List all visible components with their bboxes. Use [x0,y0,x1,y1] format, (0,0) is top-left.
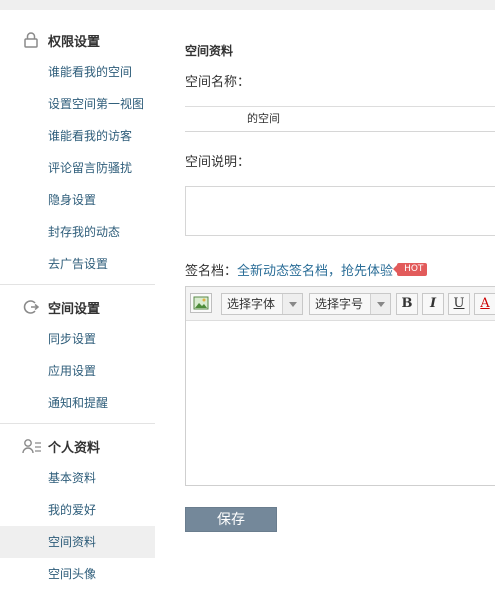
section-title: 个人资料 [48,440,101,456]
profile-icon [22,438,41,454]
sidebar: 权限设置 谁能看我的空间 设置空间第一视图 谁能看我的访客 评论留言防骚扰 隐身… [0,10,155,611]
signature-separator: ， [328,264,342,279]
font-color-button[interactable]: A [474,293,495,315]
font-family-select[interactable]: 选择字体 [221,293,303,315]
hot-badge: HOT [393,263,428,276]
signature-try-link[interactable]: 抢先体验 [341,260,393,279]
italic-button[interactable]: I [422,293,444,315]
space-desc-input[interactable] [185,186,495,236]
section-divider [0,284,155,285]
sidebar-item-space-avatar[interactable]: 空间头像 [0,558,155,590]
sidebar-item-who-can-view[interactable]: 谁能看我的空间 [0,56,155,88]
insert-image-button[interactable] [190,293,212,313]
signature-row: 签名档： 全新动态签名档 ， 抢先体验 HOT [185,260,428,279]
bold-button[interactable]: B [396,293,418,315]
save-button[interactable]: 保存 [185,507,277,532]
section-space-settings: 空间设置 [0,291,155,323]
signature-editor[interactable]: 选择字体 选择字号 B I U A [185,286,495,486]
space-name-value: 的空间 [247,112,280,125]
chevron-down-icon [370,294,390,314]
section-title: 权限设置 [48,34,101,50]
chevron-down-icon [282,294,302,314]
space-name-label: 空间名称： [185,75,251,90]
font-size-value: 选择字号 [315,297,364,311]
main-content: 空间资料 空间名称： 的空间 空间说明： 签名档： 全新动态签名档 ， 抢先体验… [156,10,495,611]
font-family-value: 选择字体 [227,297,276,311]
sidebar-item-archive-feed[interactable]: 封存我的动态 [0,216,155,248]
sidebar-item-anti-harassment[interactable]: 评论留言防骚扰 [0,152,155,184]
sidebar-item-sync[interactable]: 同步设置 [0,323,155,355]
section-profile: 个人资料 [0,430,155,462]
image-icon [193,296,209,310]
sidebar-item-hobbies[interactable]: 我的爱好 [0,494,155,526]
section-title: 空间设置 [48,301,101,317]
signature-label: 签名档： [185,264,238,279]
underline-button[interactable]: U [448,293,470,315]
top-bar [0,0,495,10]
sidebar-item-ad-settings[interactable]: 去广告设置 [0,248,155,280]
lock-icon [22,32,40,48]
page-title: 空间资料 [185,44,234,58]
section-divider [0,423,155,424]
signature-link[interactable]: 全新动态签名档 [237,260,328,279]
sidebar-item-first-view[interactable]: 设置空间第一视图 [0,88,155,120]
sidebar-item-apps[interactable]: 应用设置 [0,355,155,387]
sidebar-item-space-profile[interactable]: 空间资料 [0,526,155,558]
section-permissions: 权限设置 [0,24,155,56]
sidebar-item-notifications[interactable]: 通知和提醒 [0,387,155,419]
sidebar-item-basic-info[interactable]: 基本资料 [0,462,155,494]
sidebar-item-who-can-view-visitors[interactable]: 谁能看我的访客 [0,120,155,152]
space-desc-label: 空间说明： [185,155,251,170]
space-name-input[interactable]: 的空间 [185,106,495,132]
space-settings-icon [22,299,40,315]
font-size-select[interactable]: 选择字号 [309,293,391,315]
editor-toolbar: 选择字体 选择字号 B I U A [186,287,495,321]
sidebar-item-invisible[interactable]: 隐身设置 [0,184,155,216]
input-mask [185,107,247,131]
